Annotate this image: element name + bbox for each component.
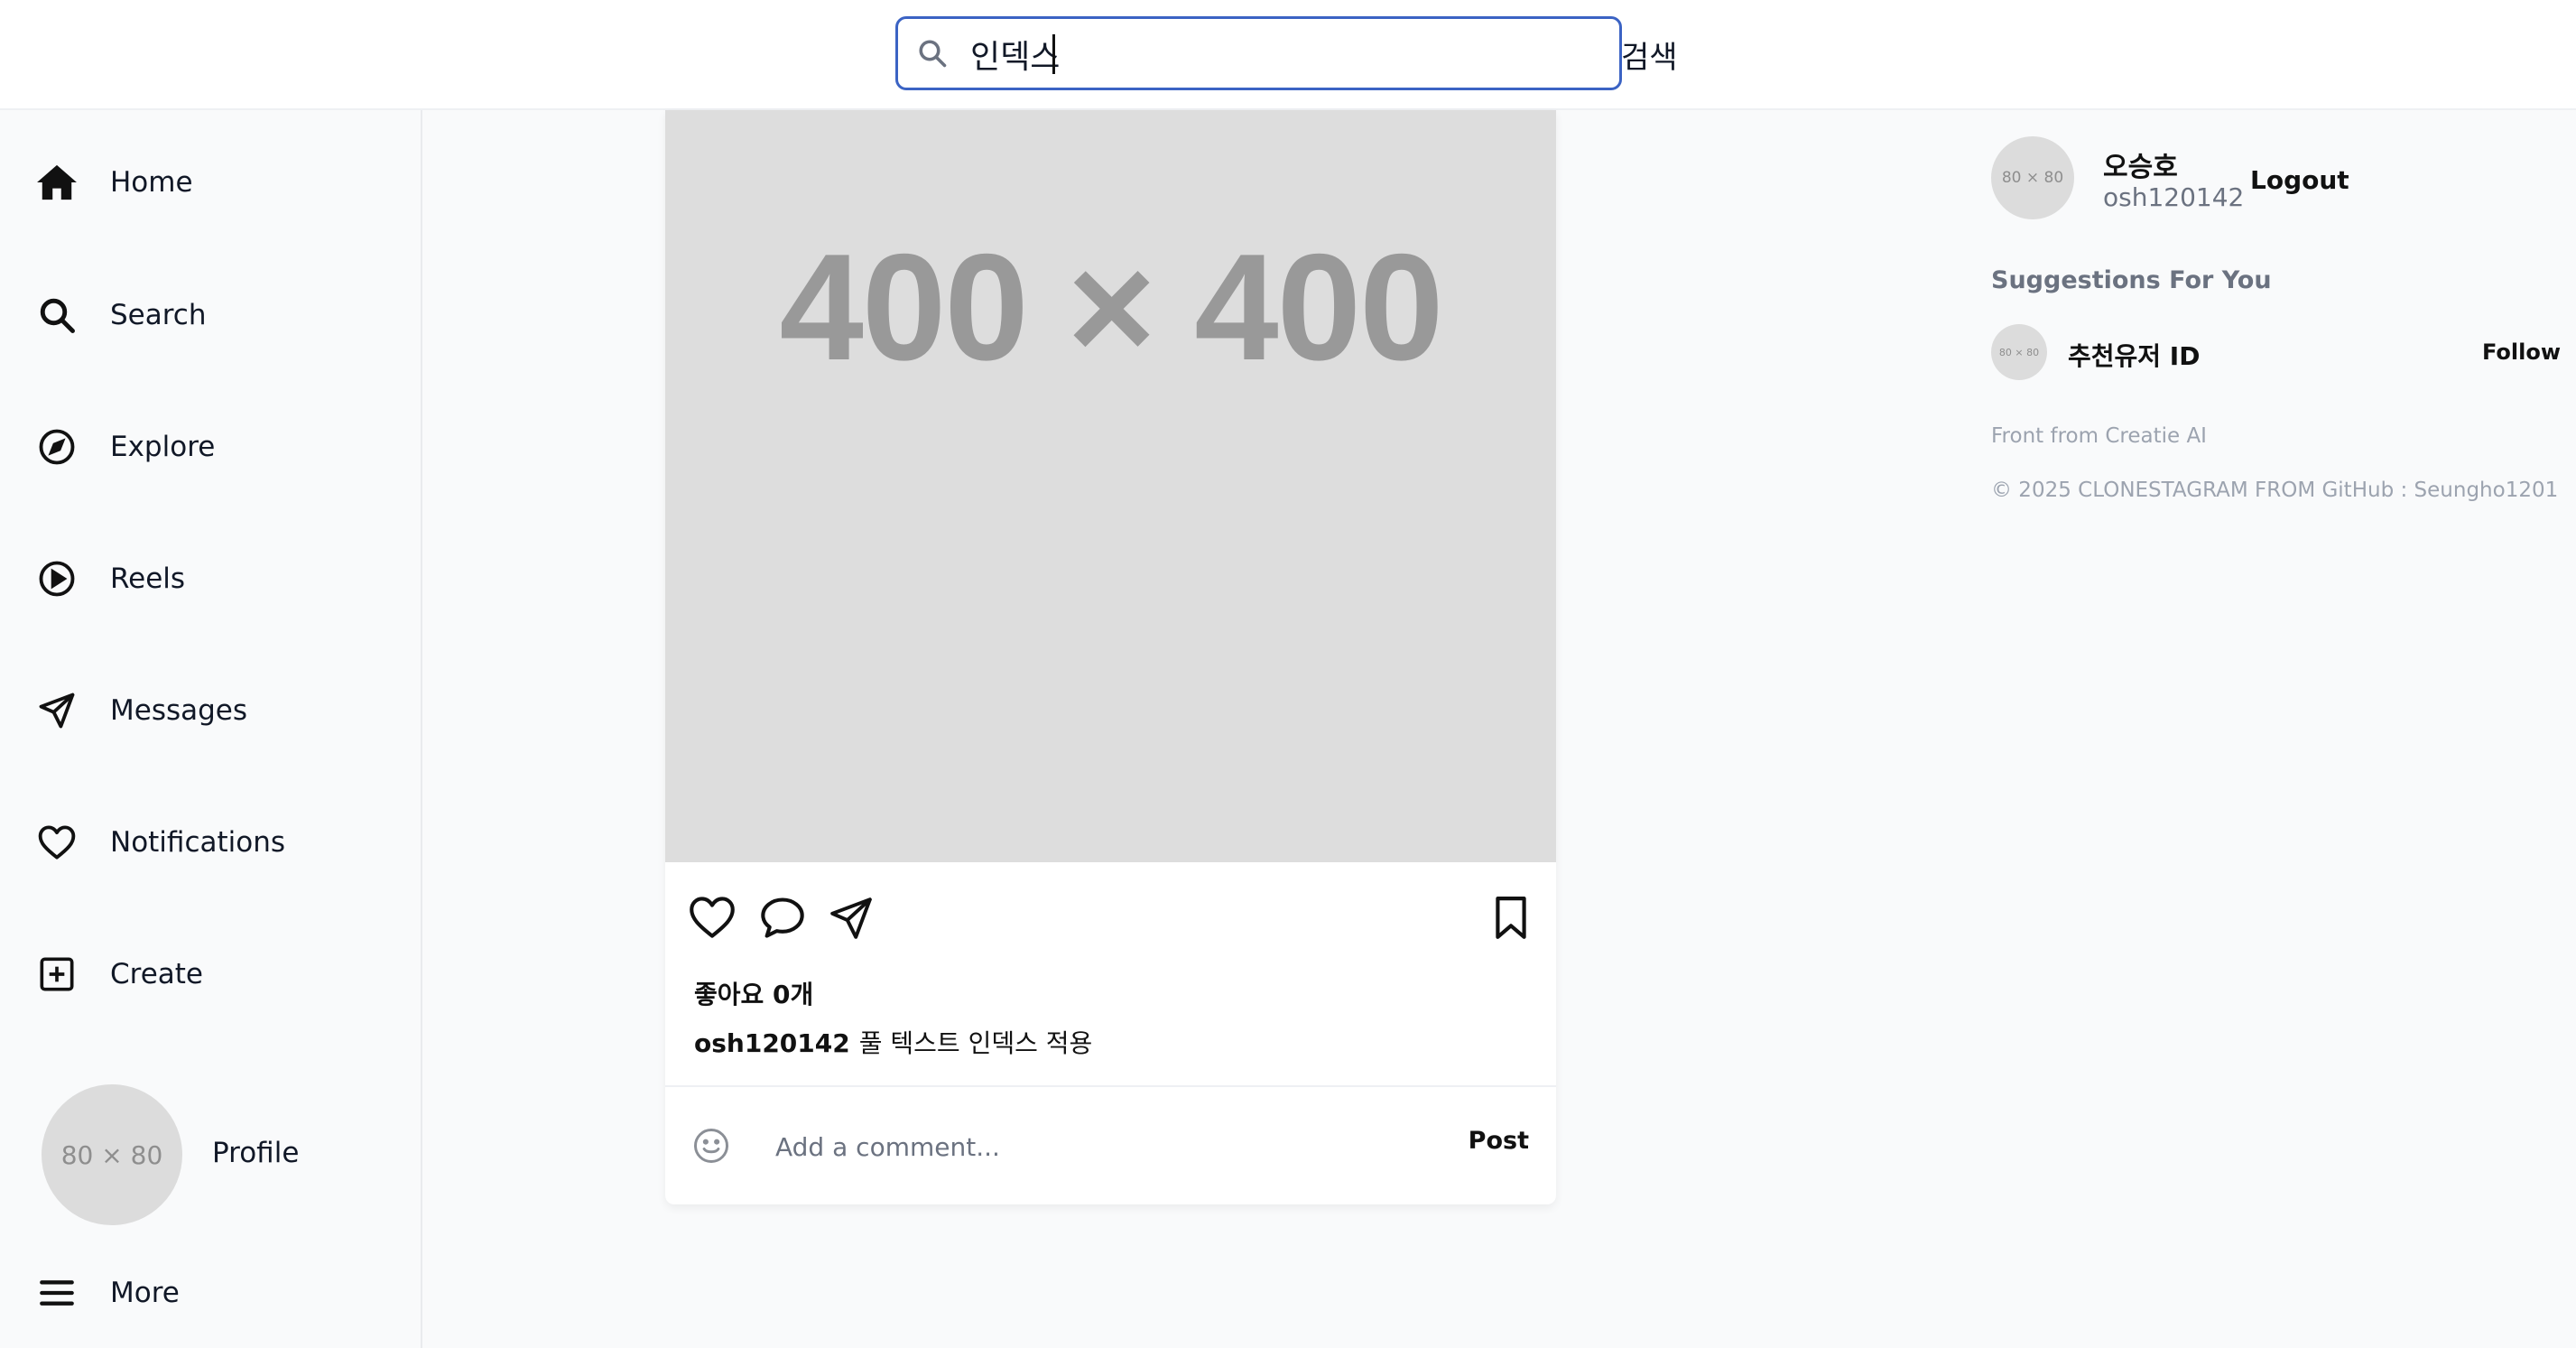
search-icon (916, 37, 949, 70)
suggestions-title: Suggestions For You (1991, 266, 2272, 294)
footer-credit: Front from Creatie AI (1991, 424, 2207, 448)
sidebar-item-explore[interactable]: Explore (36, 411, 379, 483)
sidebar-item-messages[interactable]: Messages (36, 674, 379, 747)
sidebar-item-label: Search (110, 299, 207, 331)
sidebar-item-label: Explore (110, 431, 216, 463)
like-button[interactable] (689, 896, 743, 950)
text-caret (1052, 34, 1055, 74)
post-caption: osh120142 풀 텍스트 인덱스 적용 (694, 1024, 1092, 1060)
sidebar: Home Search Explore Reels Messages Notif… (0, 110, 422, 1348)
likes-count: 좋아요 0개 (694, 980, 814, 1009)
plus-square-icon (36, 953, 78, 995)
heart-icon (36, 822, 78, 863)
comment-row: Post (665, 1085, 1556, 1204)
post-card: 400 × 400 좋아요 0개 osh120142 풀 텍스트 인덱스 적용 P… (665, 110, 1556, 1204)
comment-icon (759, 896, 813, 939)
heart-icon (689, 896, 743, 939)
sidebar-item-label: Profile (212, 1137, 300, 1169)
sidebar-item-more[interactable]: More (36, 1257, 379, 1329)
home-icon (36, 162, 78, 203)
sidebar-item-label: Reels (110, 562, 186, 595)
footer-copyright: © 2025 CLONESTAGRAM FROM GitHub : Seungh… (1991, 479, 2559, 502)
sidebar-item-label: Create (110, 958, 204, 990)
caption-text: 풀 텍스트 인덱스 적용 (858, 1028, 1093, 1058)
sidebar-item-reels[interactable]: Reels (36, 543, 379, 615)
logout-button[interactable]: Logout (2250, 165, 2349, 195)
suggested-user-name[interactable]: 추천유저 ID (2068, 337, 2200, 373)
sidebar-item-search[interactable]: Search (36, 279, 379, 351)
current-user-id: osh120142 (2103, 182, 2245, 212)
sidebar-item-label: Home (110, 166, 193, 199)
bookmark-icon (1492, 896, 1546, 941)
caption-username[interactable]: osh120142 (694, 1028, 850, 1058)
emoji-icon[interactable] (692, 1127, 730, 1165)
avatar[interactable]: 80 × 80 (1991, 324, 2047, 380)
current-user-name: 오승호 (2103, 152, 2178, 183)
search-box[interactable] (895, 16, 1622, 90)
post-comment-button[interactable]: Post (1469, 1127, 1529, 1155)
compass-icon (36, 426, 78, 468)
share-button[interactable] (828, 896, 882, 950)
send-icon (828, 896, 882, 941)
avatar[interactable]: 80 × 80 (1991, 136, 2074, 219)
save-button[interactable] (1492, 896, 1546, 950)
search-submit-button[interactable]: 검색 (1621, 29, 1678, 79)
sidebar-item-create[interactable]: Create (36, 938, 379, 1010)
comment-input[interactable] (775, 1123, 1353, 1170)
post-image: 400 × 400 (665, 110, 1556, 862)
comment-button[interactable] (759, 896, 813, 950)
image-placeholder-label: 400 × 400 (779, 222, 1443, 392)
search-input[interactable] (970, 32, 1602, 77)
send-icon (36, 690, 78, 731)
search-icon (36, 294, 78, 336)
sidebar-item-label: Notifications (110, 826, 286, 859)
avatar: 80 × 80 (42, 1084, 182, 1225)
sidebar-item-profile[interactable]: 80 × 80 Profile (42, 1084, 385, 1225)
sidebar-item-label: Messages (110, 694, 248, 727)
follow-button[interactable]: Follow (2482, 339, 2561, 365)
sidebar-item-notifications[interactable]: Notifications (36, 806, 379, 879)
sidebar-item-label: More (110, 1277, 180, 1309)
sidebar-item-home[interactable]: Home (36, 146, 379, 218)
play-circle-icon (36, 558, 78, 600)
top-bar: 검색 (0, 0, 2576, 110)
menu-icon (36, 1272, 78, 1314)
